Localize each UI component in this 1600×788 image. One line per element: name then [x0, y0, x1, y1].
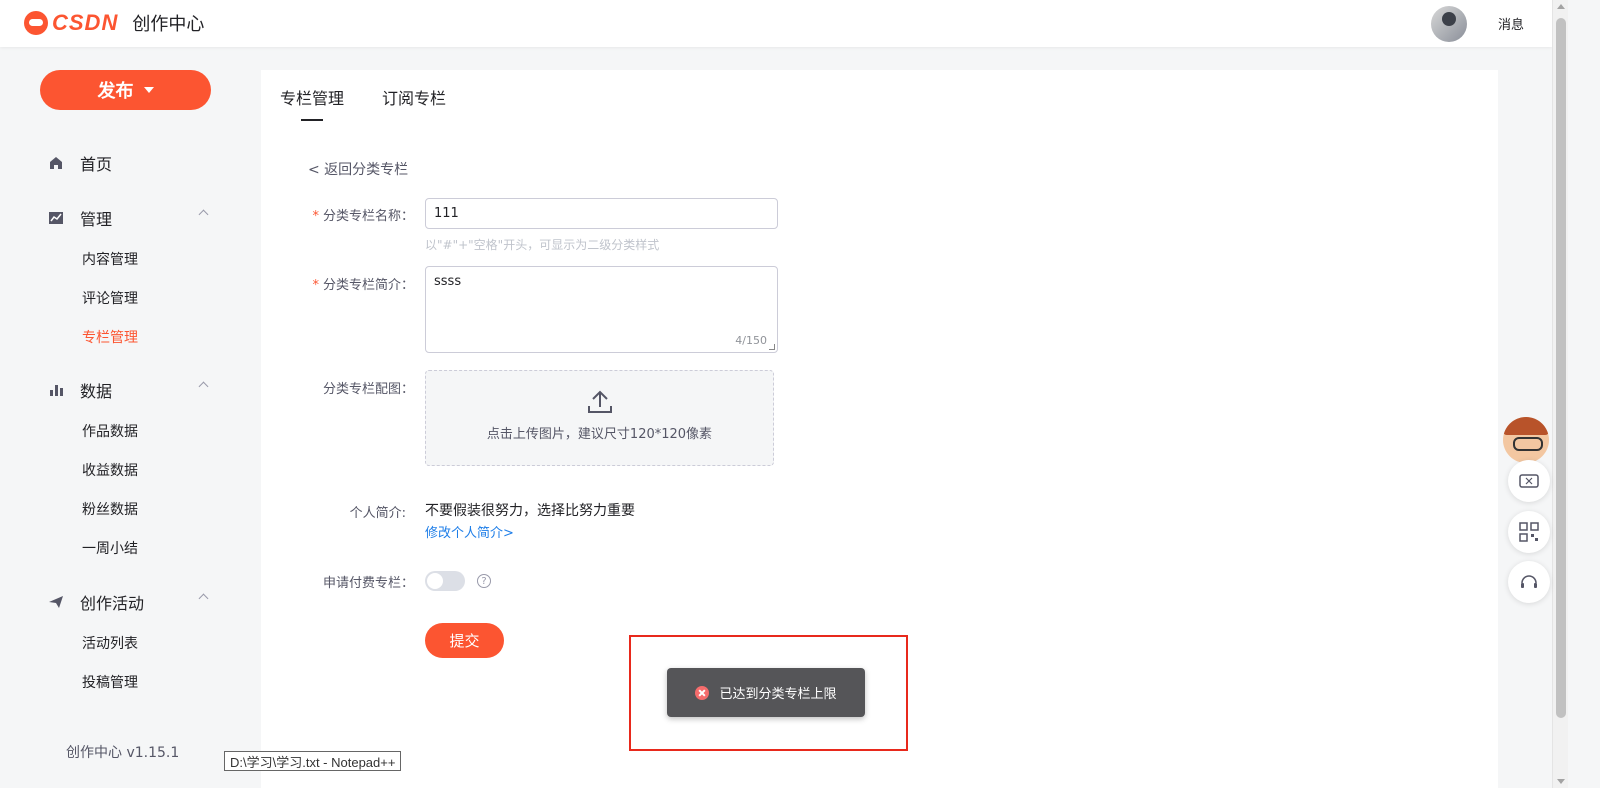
chevron-up-icon: [198, 593, 209, 604]
sidebar-section-manage[interactable]: 管理: [48, 206, 213, 230]
resize-handle-icon[interactable]: [769, 344, 775, 350]
home-icon: [48, 155, 64, 171]
version-label: 创作中心 v1.15.1: [66, 745, 180, 761]
chevron-up-icon: [198, 381, 209, 392]
headset-icon: [1521, 575, 1537, 588]
error-toast: 已达到分类专栏上限: [667, 668, 865, 717]
sidebar-item-home[interactable]: 首页: [48, 151, 213, 175]
upload-icon: [587, 389, 613, 415]
column-image-label: 分类专栏配图：: [322, 382, 414, 397]
bar-chart-icon: [48, 382, 64, 398]
required-mark: *: [312, 278, 319, 293]
sidebar-section-label: 管理: [80, 210, 113, 229]
coupon-button[interactable]: [1508, 460, 1550, 502]
sidebar-item-submission-manage[interactable]: 投稿管理: [82, 672, 138, 692]
column-name-label: * 分类专栏名称：: [264, 205, 414, 224]
qrcode-icon: [1519, 522, 1539, 542]
help-icon[interactable]: ?: [477, 574, 491, 588]
active-tab-indicator: [301, 119, 323, 121]
sidebar-item-activity-list[interactable]: 活动列表: [82, 633, 138, 653]
logo-text: CSDN: [52, 10, 119, 35]
tab-subscribed-columns[interactable]: 订阅专栏: [382, 85, 446, 109]
paid-column-label: 申请付费专栏：: [322, 576, 414, 591]
submit-button[interactable]: 提交: [425, 623, 504, 658]
column-name-label-text: 分类专栏名称：: [322, 209, 414, 224]
chart-line-icon: [48, 210, 64, 226]
column-name-hint: 以"#"+"空格"开头，可显示为二级分类样式: [425, 238, 660, 252]
column-intro-textarea[interactable]: ssss 4/150: [425, 266, 778, 353]
char-counter: 4/150: [735, 334, 767, 347]
taskbar-tooltip: D:\学习\学习.txt - Notepad++: [224, 751, 402, 771]
sidebar: 发布 首页 管理 内容管理 评论管理 专栏管理 数据 作品数据 收益数据 粉丝数…: [0, 47, 250, 788]
personal-intro-text: 不要假装很努力，选择比努力重要: [425, 503, 635, 519]
sidebar-item-content-manage[interactable]: 内容管理: [82, 249, 138, 269]
top-header: CSDN 创作中心 消息: [0, 0, 1552, 47]
messages-link[interactable]: 消息: [1498, 14, 1524, 33]
upload-hint: 点击上传图片，建议尺寸120*120像素: [486, 427, 713, 442]
publish-button[interactable]: 发布: [40, 70, 211, 110]
column-name-input[interactable]: 111: [425, 198, 778, 229]
sidebar-item-comment-manage[interactable]: 评论管理: [82, 288, 138, 308]
scroll-up-arrow-icon[interactable]: [1557, 4, 1565, 9]
column-intro-label: * 分类专栏简介：: [264, 274, 414, 293]
sidebar-item-weekly-summary[interactable]: 一周小结: [82, 538, 138, 558]
sidebar-section-label: 创作活动: [80, 594, 145, 613]
sidebar-item-column-manage[interactable]: 专栏管理: [82, 327, 138, 347]
ticket-icon: [1519, 474, 1539, 488]
image-upload-area[interactable]: 点击上传图片，建议尺寸120*120像素: [425, 370, 774, 466]
paid-column-toggle[interactable]: [425, 571, 465, 591]
sidebar-item-works-data[interactable]: 作品数据: [82, 421, 138, 441]
edit-intro-link[interactable]: 修改个人简介>: [425, 522, 514, 541]
sidebar-section-activity[interactable]: 创作活动: [48, 590, 213, 614]
sidebar-section-label: 数据: [80, 382, 113, 401]
paper-plane-icon: [48, 594, 64, 610]
required-mark: *: [312, 209, 319, 224]
column-name-value: 111: [434, 206, 459, 221]
scrollbar-thumb[interactable]: [1556, 18, 1566, 718]
personal-intro-label: 个人简介:: [349, 506, 406, 521]
caret-down-icon: [143, 87, 154, 93]
tab-column-manage[interactable]: 专栏管理: [280, 85, 344, 109]
sidebar-item-fans-data[interactable]: 粉丝数据: [82, 499, 138, 519]
customer-service-button[interactable]: [1508, 561, 1550, 603]
avatar[interactable]: [1431, 6, 1467, 42]
mascot-icon[interactable]: [1503, 417, 1549, 463]
publish-label: 发布: [97, 81, 134, 102]
page-scrollbar[interactable]: [1552, 0, 1568, 788]
csdn-logo[interactable]: CSDN 创作中心: [24, 10, 204, 36]
sidebar-item-income-data[interactable]: 收益数据: [82, 460, 138, 480]
back-link[interactable]: < 返回分类专栏: [308, 159, 408, 179]
csdn-mascot-icon: [24, 11, 48, 35]
sidebar-item-label: 首页: [80, 155, 113, 174]
column-intro-label-text: 分类专栏简介：: [322, 278, 414, 293]
scroll-down-arrow-icon[interactable]: [1557, 779, 1565, 784]
qrcode-button[interactable]: [1508, 511, 1550, 553]
page-title: 创作中心: [132, 14, 205, 35]
column-intro-value: ssss: [434, 274, 462, 289]
chevron-up-icon: [198, 209, 209, 220]
toast-message: 已达到分类专栏上限: [719, 687, 837, 702]
error-icon: [695, 685, 710, 700]
sidebar-section-data[interactable]: 数据: [48, 378, 213, 402]
